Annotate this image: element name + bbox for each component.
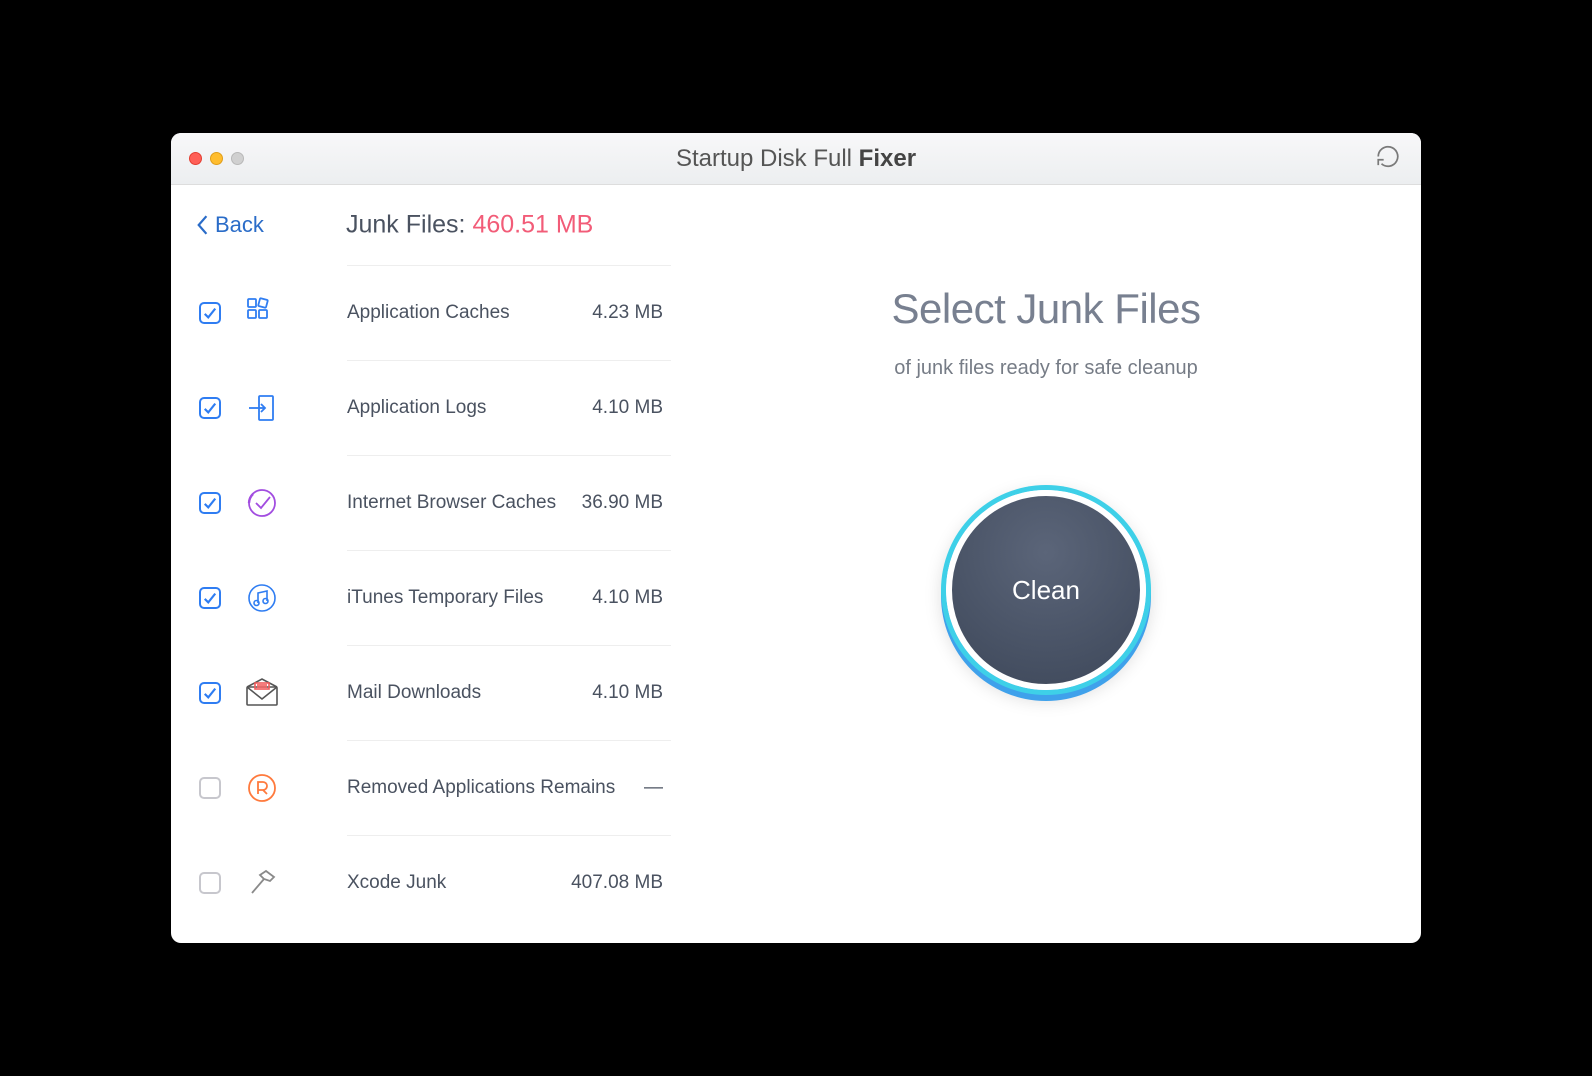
back-button[interactable]: Back bbox=[171, 212, 264, 238]
junk-summary-label: Junk Files: bbox=[346, 211, 472, 239]
left-header: Back Junk Files: 460.51 MB bbox=[171, 185, 671, 265]
junk-summary: Junk Files: 460.51 MB bbox=[346, 211, 593, 240]
main-subtitle: of junk files ready for safe cleanup bbox=[894, 357, 1198, 380]
checkbox[interactable] bbox=[199, 492, 221, 514]
item-size: 36.90 MB bbox=[582, 492, 671, 514]
check-icon bbox=[203, 306, 217, 320]
check-icon bbox=[203, 401, 217, 415]
item-size: 4.10 MB bbox=[592, 682, 671, 704]
item-size: — bbox=[644, 777, 671, 799]
junk-list: Application Caches 4.23 MB bbox=[171, 265, 671, 943]
zoom-window-button[interactable] bbox=[231, 152, 244, 165]
window-title-bold: Fixer bbox=[859, 145, 916, 172]
item-label: Xcode Junk bbox=[347, 872, 571, 894]
refresh-icon bbox=[1375, 143, 1401, 169]
chevron-left-icon bbox=[195, 214, 209, 236]
removed-icon bbox=[243, 769, 281, 807]
item-label: iTunes Temporary Files bbox=[347, 587, 592, 609]
list-item[interactable]: Xcode Junk 407.08 MB bbox=[187, 835, 671, 930]
clean-button[interactable]: Clean bbox=[946, 490, 1146, 690]
checkbox[interactable] bbox=[199, 872, 221, 894]
list-item[interactable]: Mail Downloads 4.10 MB bbox=[187, 645, 671, 740]
item-size: 4.10 MB bbox=[592, 587, 671, 609]
item-label: Internet Browser Caches bbox=[347, 492, 582, 514]
titlebar: Startup Disk Full Fixer bbox=[171, 133, 1421, 185]
checkbox[interactable] bbox=[199, 587, 221, 609]
check-icon bbox=[203, 591, 217, 605]
list-item[interactable]: Application Caches 4.23 MB bbox=[187, 265, 671, 360]
check-icon bbox=[203, 686, 217, 700]
app-window: Startup Disk Full Fixer Back Junk Files:… bbox=[171, 133, 1421, 943]
item-label: Mail Downloads bbox=[347, 682, 592, 704]
clean-button-label: Clean bbox=[1012, 575, 1080, 606]
check-icon bbox=[203, 496, 217, 510]
close-window-button[interactable] bbox=[189, 152, 202, 165]
checkbox[interactable] bbox=[199, 682, 221, 704]
window-title-prefix: Startup Disk Full bbox=[676, 145, 859, 172]
item-size: 4.10 MB bbox=[592, 397, 671, 419]
hammer-icon bbox=[243, 864, 281, 902]
item-label: Removed Applications Remains bbox=[347, 777, 644, 799]
mail-icon bbox=[243, 674, 281, 712]
list-item[interactable]: Application Logs 4.10 MB bbox=[187, 360, 671, 455]
list-item[interactable]: iTunes Temporary Files 4.10 MB bbox=[187, 550, 671, 645]
music-icon bbox=[243, 579, 281, 617]
item-size: 407.08 MB bbox=[571, 872, 671, 894]
window-controls bbox=[171, 152, 244, 165]
back-label: Back bbox=[215, 212, 264, 238]
junk-summary-size: 460.51 MB bbox=[472, 211, 593, 239]
list-item[interactable]: Internet Browser Caches 36.90 MB bbox=[187, 455, 671, 550]
checkbox[interactable] bbox=[199, 777, 221, 799]
item-label: Application Caches bbox=[347, 302, 592, 324]
grid-icon bbox=[243, 294, 281, 332]
browser-icon bbox=[243, 484, 281, 522]
left-panel: Back Junk Files: 460.51 MB bbox=[171, 185, 671, 943]
checkbox[interactable] bbox=[199, 397, 221, 419]
list-item[interactable]: Removed Applications Remains — bbox=[187, 740, 671, 835]
item-label: Application Logs bbox=[347, 397, 592, 419]
window-title: Startup Disk Full Fixer bbox=[676, 145, 916, 173]
main-title: Select Junk Files bbox=[892, 285, 1201, 333]
checkbox[interactable] bbox=[199, 302, 221, 324]
item-size: 4.23 MB bbox=[592, 302, 671, 324]
log-icon bbox=[243, 389, 281, 427]
content: Back Junk Files: 460.51 MB bbox=[171, 185, 1421, 943]
refresh-button[interactable] bbox=[1375, 143, 1401, 174]
right-panel: Select Junk Files of junk files ready fo… bbox=[671, 185, 1421, 943]
minimize-window-button[interactable] bbox=[210, 152, 223, 165]
